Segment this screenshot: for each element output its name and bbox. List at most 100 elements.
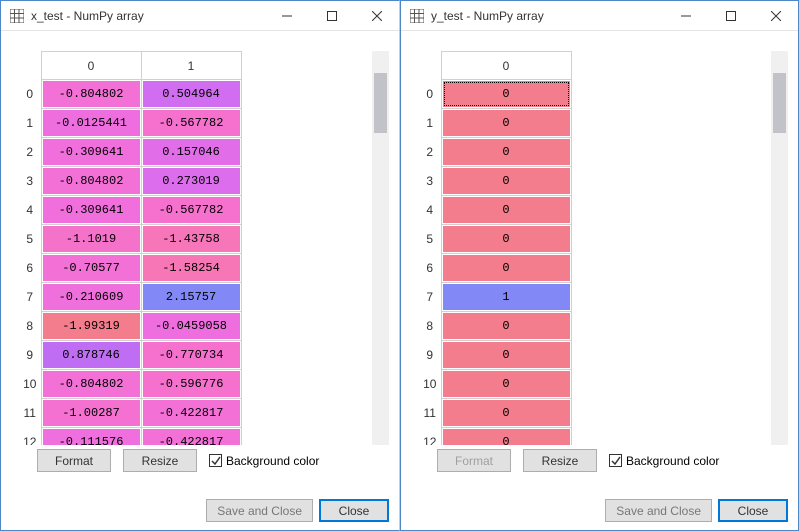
row-header[interactable]: 6 (19, 254, 41, 283)
titlebar[interactable]: y_test - NumPy array (401, 1, 798, 31)
row-header[interactable]: 9 (419, 341, 441, 370)
save-and-close-button[interactable]: Save and Close (605, 499, 712, 522)
row-header[interactable]: 7 (419, 283, 441, 312)
table-cell[interactable]: 0.157046 (141, 138, 241, 167)
row-header[interactable]: 9 (19, 341, 41, 370)
table-cell[interactable]: -0.111576 (41, 428, 141, 446)
table-cell[interactable]: -1.99319 (41, 312, 141, 341)
table-cell[interactable]: 0 (441, 254, 571, 283)
table-row: 7-0.2106092.15757 (19, 283, 241, 312)
resize-button[interactable]: Resize (523, 449, 597, 472)
scrollbar-thumb[interactable] (374, 73, 387, 133)
table-cell[interactable]: -0.70577 (41, 254, 141, 283)
scrollbar-thumb[interactable] (773, 73, 786, 133)
maximize-button[interactable] (708, 1, 753, 31)
minimize-button[interactable] (663, 1, 708, 31)
column-header[interactable]: 0 (41, 52, 141, 80)
row-header[interactable]: 10 (419, 370, 441, 399)
table-cell[interactable]: -0.0125441 (41, 109, 141, 138)
array-table[interactable]: 010-0.8048020.5049641-0.0125441-0.567782… (19, 51, 242, 445)
table-cell[interactable]: -0.309641 (41, 138, 141, 167)
row-header[interactable]: 2 (19, 138, 41, 167)
row-header[interactable]: 3 (19, 167, 41, 196)
format-button[interactable]: Format (437, 449, 511, 472)
save-and-close-button[interactable]: Save and Close (206, 499, 313, 522)
row-header[interactable]: 8 (19, 312, 41, 341)
row-header[interactable]: 10 (19, 370, 41, 399)
row-header[interactable]: 11 (419, 399, 441, 428)
table-cell[interactable]: -0.422817 (141, 428, 241, 446)
close-button[interactable]: Close (319, 499, 389, 522)
row-header[interactable]: 2 (419, 138, 441, 167)
table-cell[interactable]: 0 (441, 399, 571, 428)
row-header[interactable]: 3 (419, 167, 441, 196)
titlebar[interactable]: x_test - NumPy array (1, 1, 399, 31)
array-viewer: 010-0.8048020.5049641-0.0125441-0.567782… (1, 31, 399, 493)
row-header[interactable]: 12 (419, 428, 441, 446)
table-cell[interactable]: -0.309641 (41, 196, 141, 225)
table-row: 20 (419, 138, 571, 167)
table-cell[interactable]: -0.804802 (41, 370, 141, 399)
table-cell[interactable]: -1.00287 (41, 399, 141, 428)
table-cell[interactable]: 0 (441, 370, 571, 399)
row-header[interactable]: 5 (419, 225, 441, 254)
row-header[interactable]: 4 (419, 196, 441, 225)
close-button[interactable]: Close (718, 499, 788, 522)
row-header[interactable]: 0 (419, 80, 441, 109)
array-table[interactable]: 000102030405060718090100110120 (419, 51, 572, 445)
table-cell[interactable]: -0.596776 (141, 370, 241, 399)
table-cell[interactable]: -0.804802 (41, 167, 141, 196)
maximize-button[interactable] (309, 1, 354, 31)
table-cell[interactable]: -0.567782 (141, 196, 241, 225)
table-row: 5-1.1019-1.43758 (19, 225, 241, 254)
close-window-button[interactable] (354, 1, 399, 31)
table-cell[interactable]: -0.770734 (141, 341, 241, 370)
row-header[interactable]: 1 (419, 109, 441, 138)
resize-button[interactable]: Resize (123, 449, 197, 472)
row-header[interactable]: 11 (19, 399, 41, 428)
close-window-button[interactable] (753, 1, 798, 31)
table-cell[interactable]: -0.0459058 (141, 312, 241, 341)
table-cell[interactable]: 0 (441, 312, 571, 341)
table-cell[interactable]: -1.58254 (141, 254, 241, 283)
table-cell[interactable]: 0.878746 (41, 341, 141, 370)
table-cell[interactable]: 0 (441, 167, 571, 196)
row-header[interactable]: 4 (19, 196, 41, 225)
table-cell[interactable]: 0 (441, 138, 571, 167)
table-cell[interactable]: 0 (441, 196, 571, 225)
background-color-checkbox[interactable]: Background color (209, 454, 319, 468)
table-cell[interactable]: -0.210609 (41, 283, 141, 312)
table-cell[interactable]: 2.15757 (141, 283, 241, 312)
table-cell[interactable]: -0.422817 (141, 399, 241, 428)
table-cell[interactable]: -0.567782 (141, 109, 241, 138)
table-cell[interactable]: -1.1019 (41, 225, 141, 254)
table-cell[interactable]: 0 (441, 341, 571, 370)
window-y-test: y_test - NumPy array 0001020304050607180… (400, 0, 799, 531)
row-header[interactable]: 0 (19, 80, 41, 109)
column-header[interactable]: 0 (441, 52, 571, 80)
table-cell[interactable]: -0.804802 (41, 80, 141, 109)
row-header[interactable]: 5 (19, 225, 41, 254)
column-header[interactable]: 1 (141, 52, 241, 80)
row-header[interactable]: 8 (419, 312, 441, 341)
table-cell[interactable]: 0 (441, 225, 571, 254)
table-cell[interactable]: 0.504964 (141, 80, 241, 109)
table-cell[interactable]: -1.43758 (141, 225, 241, 254)
table-corner (419, 52, 441, 80)
background-color-checkbox[interactable]: Background color (609, 454, 719, 468)
table-cell[interactable]: 1 (441, 283, 571, 312)
table-cell[interactable]: 0 (441, 428, 571, 446)
row-header[interactable]: 1 (19, 109, 41, 138)
row-header[interactable]: 7 (19, 283, 41, 312)
table-cell[interactable]: 0.273019 (141, 167, 241, 196)
table-cell[interactable]: 0 (441, 80, 571, 109)
row-header[interactable]: 12 (19, 428, 41, 446)
minimize-button[interactable] (264, 1, 309, 31)
table-row: 80 (419, 312, 571, 341)
vertical-scrollbar[interactable] (771, 51, 788, 445)
table-row: 50 (419, 225, 571, 254)
table-cell[interactable]: 0 (441, 109, 571, 138)
vertical-scrollbar[interactable] (372, 51, 389, 445)
row-header[interactable]: 6 (419, 254, 441, 283)
format-button[interactable]: Format (37, 449, 111, 472)
